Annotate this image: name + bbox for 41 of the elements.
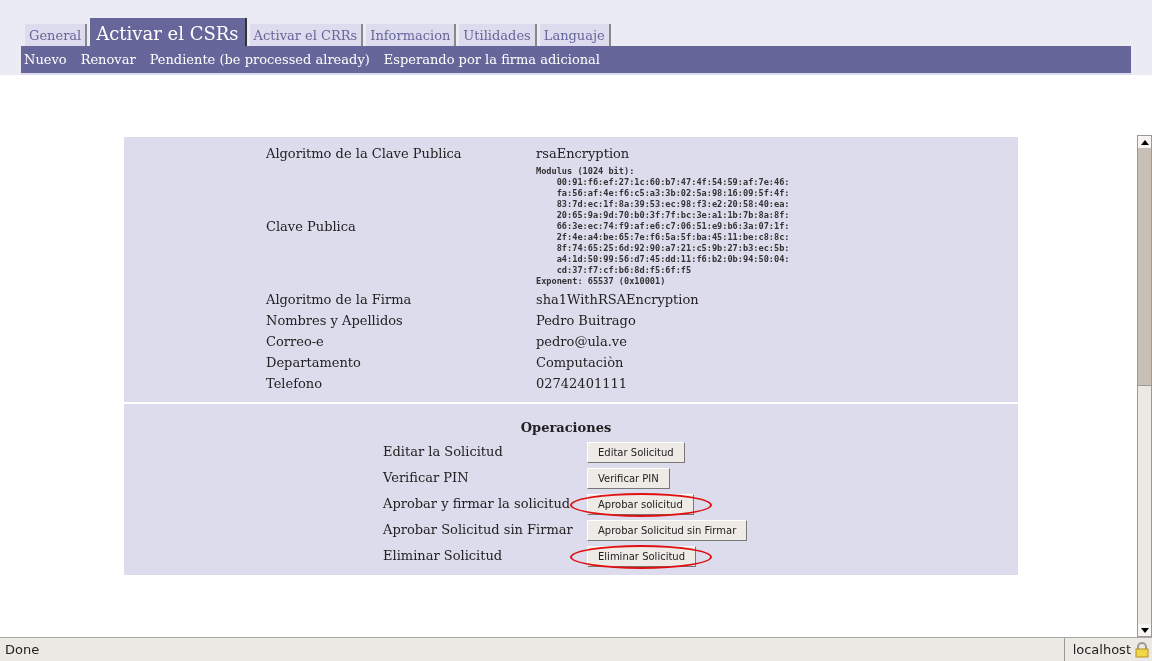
operation-label: Verificar PIN [383,469,470,488]
action-button[interactable]: Aprobar Solicitud sin Firmar [587,519,748,541]
status-text: Done [4,640,41,659]
tab[interactable]: Utilidades [459,24,537,46]
action-button[interactable]: Eliminar Solicitud [587,545,697,567]
field-value: sha1WithRSAEncryption [536,290,699,309]
tab[interactable]: Languaje [539,24,611,46]
field-value: rsaEncryption [536,144,630,163]
scrollbar[interactable] [1137,135,1152,637]
public-key-text: Modulus (1024 bit): 00:91:f6:ef:27:1c:60:b7:47:4f:54:59:af:7e:46: fa:56:af:4e:f6:c5:a3:3b:02:5a:98:16:09:5f:4f: 83:7d:ec:1f:8a:39:53:ec:98:f3:e2:20:58:40:ea: 20:65:9a:9d:70:b0:3f:7f:bc:3e:a1:1b:7b:8a:8f: 66:3e:ec:74:f9:af:e6:c7:06:51:e9:b6:3a:07:1f: 2f:4e:a4:be:65:7e:f6:5a:5f:ba:45:11:be:c8:8c: 8f:74:65:25:6d:92:90:a7:21:c5:9b:27:b3:ec:5b: a4:1d:50:99:56:d7:45:dd:11:f6:b2:0b:94:50:04: cd:37:f7:cf:b6:8d:f5:6f:f5 Exponent: 65537 (0x10001) [536,165,790,288]
field-value: 02742401111 [536,374,627,393]
action-button[interactable]: Aprobar solicitud [587,493,694,515]
field-label: Clave Publica [266,217,357,236]
field-label: Algoritmo de la Firma [266,290,413,309]
nav-link[interactable]: Pendiente (be processed already) [149,49,370,70]
section-title: Operaciones [520,419,612,437]
field-label: Algoritmo de la Clave Publica [266,144,463,163]
field-value: pedro@ula.ve [536,332,627,351]
nav-link[interactable]: Renovar [80,49,136,70]
operation-label: Editar la Solicitud [383,443,504,462]
tab[interactable]: Activar el CSRs [90,18,247,46]
tab[interactable]: Activar el CRRs [249,24,364,46]
down-arrow-icon[interactable] [1140,627,1149,633]
host-text: localhost [1072,640,1131,659]
action-button[interactable]: Verificar PIN [587,467,670,489]
field-value: Computaciòn [536,353,624,372]
action-button[interactable]: Editar Solicitud [587,441,685,463]
operation-label: Aprobar y firmar la solicitud [383,495,572,514]
up-arrow-icon[interactable] [1140,139,1149,145]
field-label: Telefono [266,374,324,393]
nav-link[interactable]: Esperando por la firma adicional [383,49,600,70]
field-label: Correo-e [266,332,325,351]
field-value: Pedro Buitrago [536,311,636,330]
nav-link[interactable]: Nuevo [24,49,67,70]
tab[interactable]: General [25,24,88,46]
field-label: Departamento [266,353,362,372]
field-label: Nombres y Apellidos [266,311,404,330]
operation-label: Aprobar Solicitud sin Firmar [383,521,574,540]
padlock-icon [1135,641,1149,658]
operation-label: Eliminar Solicitud [383,547,504,566]
tab[interactable]: Informacion [366,24,457,46]
